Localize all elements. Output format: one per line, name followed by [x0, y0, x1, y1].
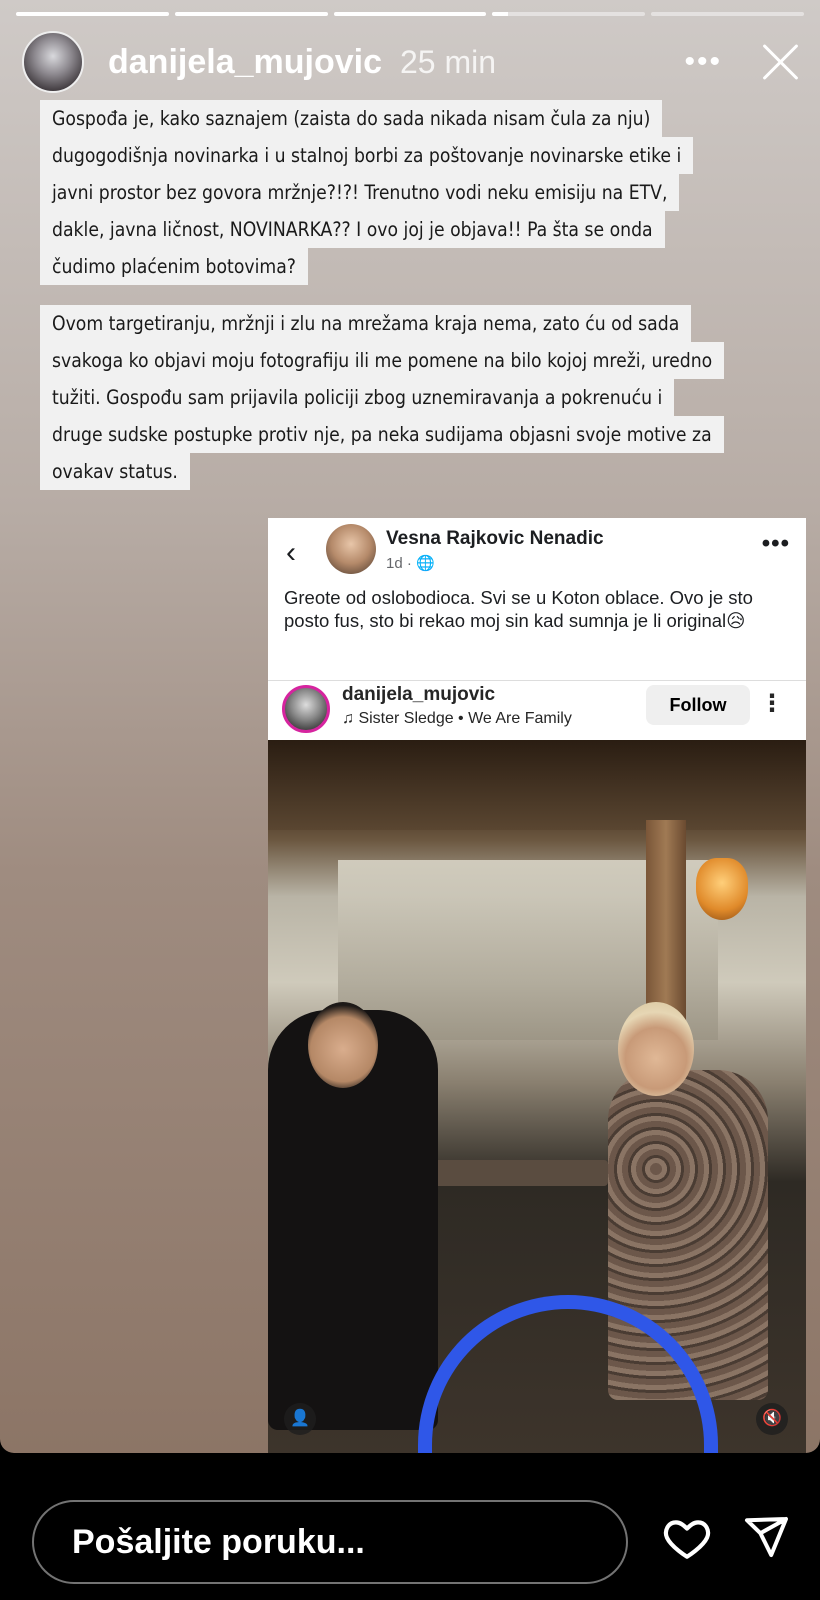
mute-icon: 🔇	[756, 1403, 788, 1435]
text-line: dugogodišnja novinarka i u stalnoj borbi…	[40, 137, 694, 174]
fb-author-name: Vesna Rajkovic Nenadic	[386, 528, 604, 549]
facebook-post-screenshot: ‹ Vesna Rajkovic Nenadic 1d · 🌐 ••• Greo…	[268, 518, 806, 1453]
post-photo: 👤 🔇	[268, 740, 806, 1453]
paragraph-1: Gospođa je, kako saznajem (zaista do sad…	[40, 100, 780, 285]
fb-post-meta: 1d · 🌐	[386, 555, 435, 572]
progress-segment	[16, 12, 169, 16]
progress-segment	[492, 12, 646, 16]
embed-more-icon: ⋮	[760, 690, 784, 717]
text-line: ovakav status.	[40, 453, 190, 490]
message-input[interactable]: Pošaljite poruku...	[32, 1500, 628, 1584]
text-line: čudimo plaćenim botovima?	[40, 248, 308, 285]
avatar	[326, 524, 376, 574]
embed-username: danijela_mujovic	[342, 684, 496, 705]
instagram-embed-header: danijela_mujovic ♫ Sister Sledge • We Ar…	[268, 680, 806, 736]
back-icon: ‹	[286, 536, 296, 569]
text-line: Gospođa je, kako saznajem (zaista do sad…	[40, 100, 663, 137]
fb-more-icon: •••	[761, 530, 790, 557]
text-line: svakoga ko objavi moju fotografiju ili m…	[40, 342, 725, 379]
user-tag-icon: 👤	[284, 1403, 316, 1435]
text-sticker: Gospođa je, kako saznajem (zaista do sad…	[40, 100, 780, 490]
lamp	[696, 858, 748, 920]
story-viewer[interactable]: danijela_mujovic 25 min ••• Gospođa je, …	[0, 0, 820, 1453]
close-icon[interactable]	[760, 42, 800, 82]
send-icon[interactable]	[742, 1513, 790, 1561]
embed-music: ♫ Sister Sledge • We Are Family	[342, 710, 572, 727]
paragraph-2: Ovom targetiranju, mržnji i zlu na mreža…	[40, 305, 780, 490]
fb-post-header: ‹ Vesna Rajkovic Nenadic 1d · 🌐 •••	[268, 518, 806, 582]
text-line: javni prostor bez govora mržnje?!?! Tren…	[40, 174, 680, 211]
avatar	[282, 685, 330, 733]
text-line: Ovom targetiranju, mržnji i zlu na mreža…	[40, 305, 692, 342]
progress-fill	[333, 12, 487, 16]
text-line: tužiti. Gospođu sam prijavila policiji z…	[40, 379, 675, 416]
story-header: danijela_mujovic 25 min •••	[22, 30, 800, 94]
progress-fill	[492, 12, 508, 16]
reply-bar: Pošaljite poruku...	[0, 1453, 820, 1600]
story-username[interactable]: danijela_mujovic	[108, 43, 382, 82]
story-progress	[16, 12, 804, 16]
progress-fill	[174, 12, 328, 16]
story-time: 25 min	[400, 43, 497, 80]
progress-segment	[651, 12, 804, 16]
follow-button: Follow	[646, 685, 750, 725]
text-line: druge sudske postupke protiv nje, pa nek…	[40, 416, 724, 453]
heart-icon[interactable]	[662, 1513, 712, 1563]
avatar[interactable]	[22, 31, 84, 93]
progress-segment	[333, 12, 487, 16]
progress-fill	[16, 12, 169, 16]
progress-segment	[174, 12, 328, 16]
text-line: dakle, javna ličnost, NOVINARKA?? I ovo …	[40, 211, 665, 248]
more-options-button[interactable]: •••	[684, 45, 722, 79]
